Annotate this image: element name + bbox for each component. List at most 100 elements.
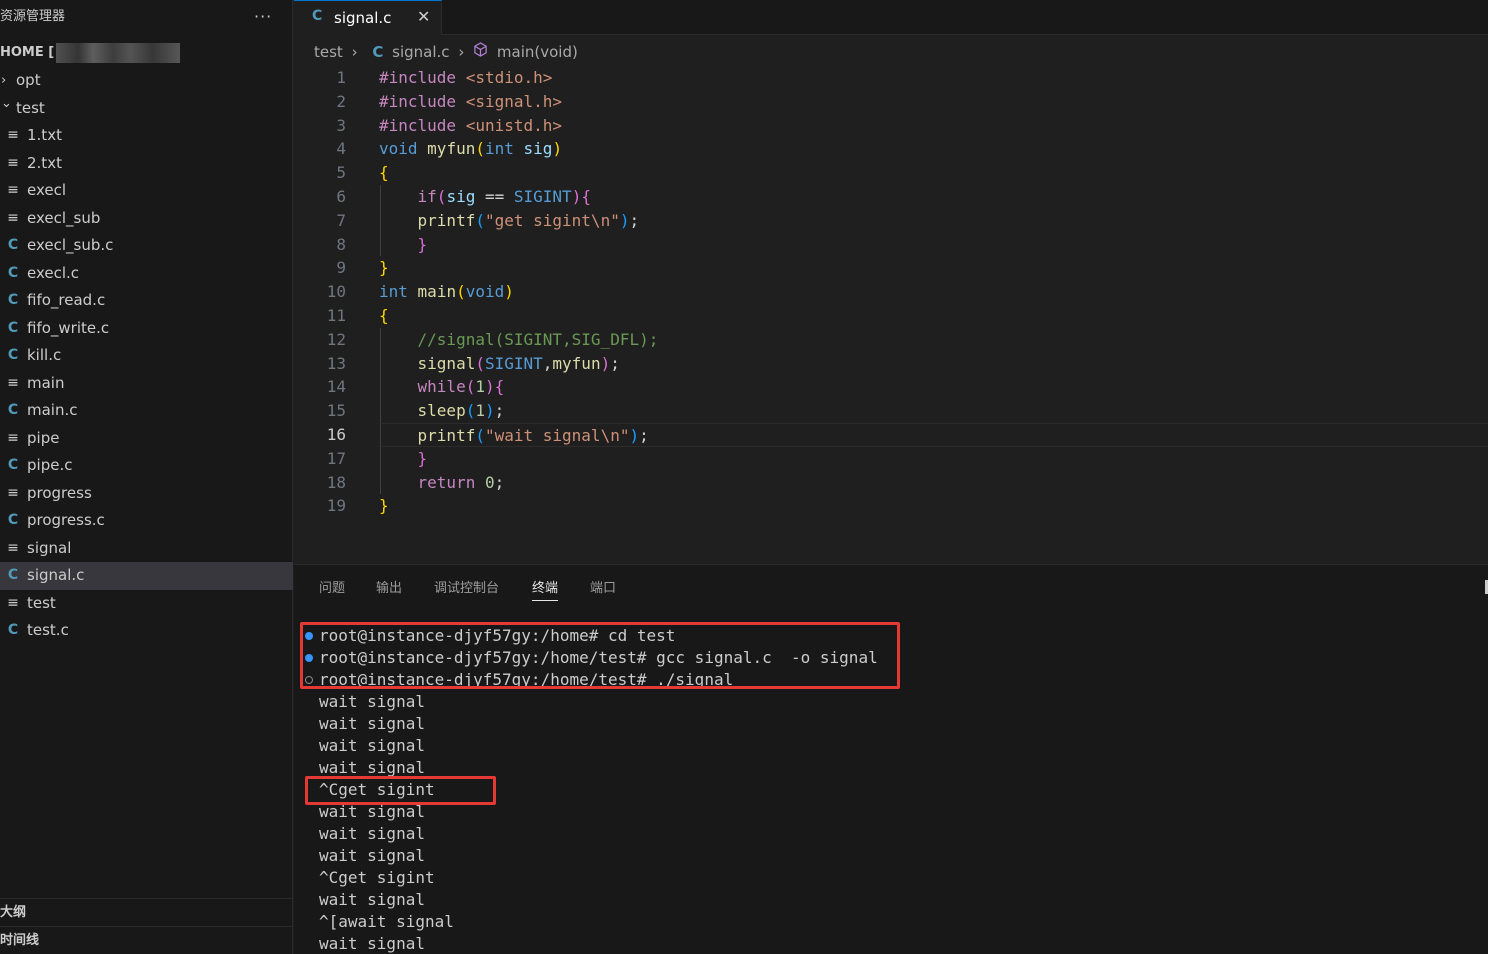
tree-item-execl-sub-c[interactable]: Cexecl_sub.c <box>0 232 293 260</box>
terminal-line-text: root@instance-djyf57gy:/home/test# ./sig… <box>319 670 734 689</box>
tree-item-execl-sub[interactable]: ≡ execl_sub <box>0 205 293 233</box>
terminal-line-text: wait signal <box>319 758 425 777</box>
tree-item-pipe-c[interactable]: Cpipe.c <box>0 452 293 480</box>
tree-item-opt[interactable]: › opt <box>0 67 293 95</box>
code-line: 3 #include <unistd.h> <box>336 115 563 135</box>
bottom-panel: 问题 输出 调试控制台 终端 端口 root@instance-djyf57gy… <box>294 564 1488 954</box>
file-tree: › opt ⌄ test ≡ 1.txt ≡ 2.txt ≡ execl ≡ execl_sub Cex… <box>0 67 293 645</box>
terminal-line-text: root@instance-djyf57gy:/home/test# gcc s… <box>319 648 878 667</box>
code-line: 13 signal(SIGINT,myfun); <box>326 353 620 373</box>
terminal-line: ^[await signal <box>319 911 878 933</box>
c-file-icon: C <box>7 622 19 638</box>
tree-item-execl-c[interactable]: Cexecl.c <box>0 260 293 288</box>
tree-item-fifo-write-c[interactable]: Cfifo_write.c <box>0 315 293 343</box>
tree-item-label: 1.txt <box>27 126 62 144</box>
text-file-icon: ≡ <box>7 127 19 143</box>
explorer-title: 资源管理器 <box>0 9 66 24</box>
code-line: 7 printf("get sigint\n"); <box>336 210 640 230</box>
terminal-line: wait signal <box>319 889 878 911</box>
terminal-line-text: wait signal <box>319 824 425 843</box>
tree-item-test[interactable]: ⌄ test <box>0 95 293 123</box>
chevron-right-icon: › <box>458 42 465 61</box>
code-line: 6 if(sig == SIGINT){ <box>336 186 591 206</box>
tab-terminal[interactable]: 终端 <box>532 577 559 601</box>
code-line: 19} <box>326 496 389 516</box>
tab-label: signal.c <box>334 9 392 27</box>
tree-item-main-c[interactable]: Cmain.c <box>0 397 293 425</box>
tree-item-kill-c[interactable]: Ckill.c <box>0 342 293 370</box>
close-icon[interactable]: ✕ <box>417 7 430 26</box>
c-file-icon: C <box>372 42 384 61</box>
tree-item-label: 2.txt <box>27 153 62 172</box>
c-file-icon: C <box>7 292 19 308</box>
terminal-line: root@instance-djyf57gy:/home# cd test <box>305 625 878 647</box>
text-file-icon: ≡ <box>7 484 19 501</box>
terminal-line: wait signal <box>319 735 878 757</box>
tree-item-progress-c[interactable]: Cprogress.c <box>0 507 293 535</box>
tree-item-1-txt[interactable]: ≡ 1.txt <box>0 122 293 150</box>
terminal-line: wait signal <box>319 691 878 713</box>
timeline-section[interactable]: 时间线 <box>0 926 293 954</box>
tree-item-pipe[interactable]: ≡ pipe <box>0 425 293 453</box>
more-actions-icon[interactable]: ··· <box>254 0 272 34</box>
tab-ports[interactable]: 端口 <box>590 577 616 596</box>
tree-item-execl[interactable]: ≡ execl <box>0 177 293 205</box>
workspace-root-header[interactable]: HOME [ <box>0 40 293 66</box>
code-line: 1 #include <stdio.h> <box>336 68 553 87</box>
workspace-root-label: HOME [ <box>0 45 55 60</box>
code-line: 15 sleep(1); <box>326 401 505 421</box>
explorer-sidebar: 资源管理器 ··· HOME [ › opt ⌄ test ≡ 1.txt ≡ 2.txt ≡ e… <box>0 0 293 954</box>
breadcrumb-folder[interactable]: test <box>314 43 343 61</box>
tree-item-label: execl_sub <box>27 208 101 227</box>
tree-item-test[interactable]: ≡ test <box>0 590 293 618</box>
tree-item-2-txt[interactable]: ≡ 2.txt <box>0 150 293 178</box>
tab-output[interactable]: 输出 <box>376 577 402 596</box>
text-file-icon: ≡ <box>7 539 19 556</box>
terminal-line: wait signal <box>319 845 878 867</box>
tree-item-label: pipe.c <box>27 456 73 474</box>
terminal-line-text: wait signal <box>319 736 425 755</box>
terminal-line: ^Cget sigint <box>319 779 878 801</box>
tree-item-label: signal.c <box>27 566 85 584</box>
tree-item-fifo-read-c[interactable]: Cfifo_read.c <box>0 287 293 315</box>
tree-item-label: progress <box>27 483 92 502</box>
timeline-label: 时间线 <box>0 933 40 948</box>
tree-item-main[interactable]: ≡ main <box>0 370 293 398</box>
terminal-line-text: wait signal <box>319 846 425 865</box>
tab-problems[interactable]: 问题 <box>319 577 345 596</box>
tree-item-test-c[interactable]: Ctest.c <box>0 617 293 645</box>
terminal-output[interactable]: root@instance-djyf57gy:/home# cd test roo… <box>305 625 878 954</box>
terminal-line: wait signal <box>319 713 878 735</box>
command-status-icon[interactable] <box>305 654 313 662</box>
tree-item-label: execl.c <box>27 263 80 282</box>
breadcrumb-symbol[interactable]: main(void) <box>497 43 578 61</box>
terminal-line-text: wait signal <box>319 714 425 733</box>
explorer-title-bar: 资源管理器 ··· <box>0 0 293 34</box>
c-file-icon: C <box>7 237 19 253</box>
terminal-line: root@instance-djyf57gy:/home/test# ./sig… <box>305 669 878 691</box>
c-file-icon: C <box>7 567 19 583</box>
code-editor[interactable]: 1 #include <stdio.h> 2 #include <signal.h>… <box>294 66 1488 518</box>
terminal-line-text: root@instance-djyf57gy:/home# cd test <box>319 626 676 645</box>
tree-item-progress[interactable]: ≡ progress <box>0 480 293 508</box>
code-line: 2 #include <signal.h> <box>336 91 563 111</box>
c-file-icon: C <box>7 512 19 528</box>
redacted-path <box>56 42 181 63</box>
tab-signal-c[interactable]: C signal.c ✕ <box>294 0 442 35</box>
code-line: 10 int main(void) <box>326 282 514 302</box>
command-status-icon[interactable] <box>305 632 313 640</box>
chevron-right-icon: › <box>351 42 358 61</box>
tab-debug-console[interactable]: 调试控制台 <box>434 577 499 596</box>
text-file-icon: ≡ <box>7 374 19 391</box>
command-status-icon[interactable] <box>305 676 313 684</box>
tree-item-label: signal <box>27 538 72 557</box>
breadcrumb-file[interactable]: signal.c <box>392 43 449 61</box>
tree-item-signal[interactable]: ≡ signal <box>0 535 293 563</box>
tree-item-label: execl <box>27 181 67 199</box>
outline-section[interactable]: 大纲 <box>0 898 293 926</box>
tree-item-signal-c[interactable]: Csignal.c <box>0 562 293 590</box>
tree-item-label: test <box>16 98 45 117</box>
code-line: 8 } <box>336 234 428 254</box>
text-file-icon: ≡ <box>7 429 19 446</box>
symbol-method-icon <box>473 42 488 61</box>
